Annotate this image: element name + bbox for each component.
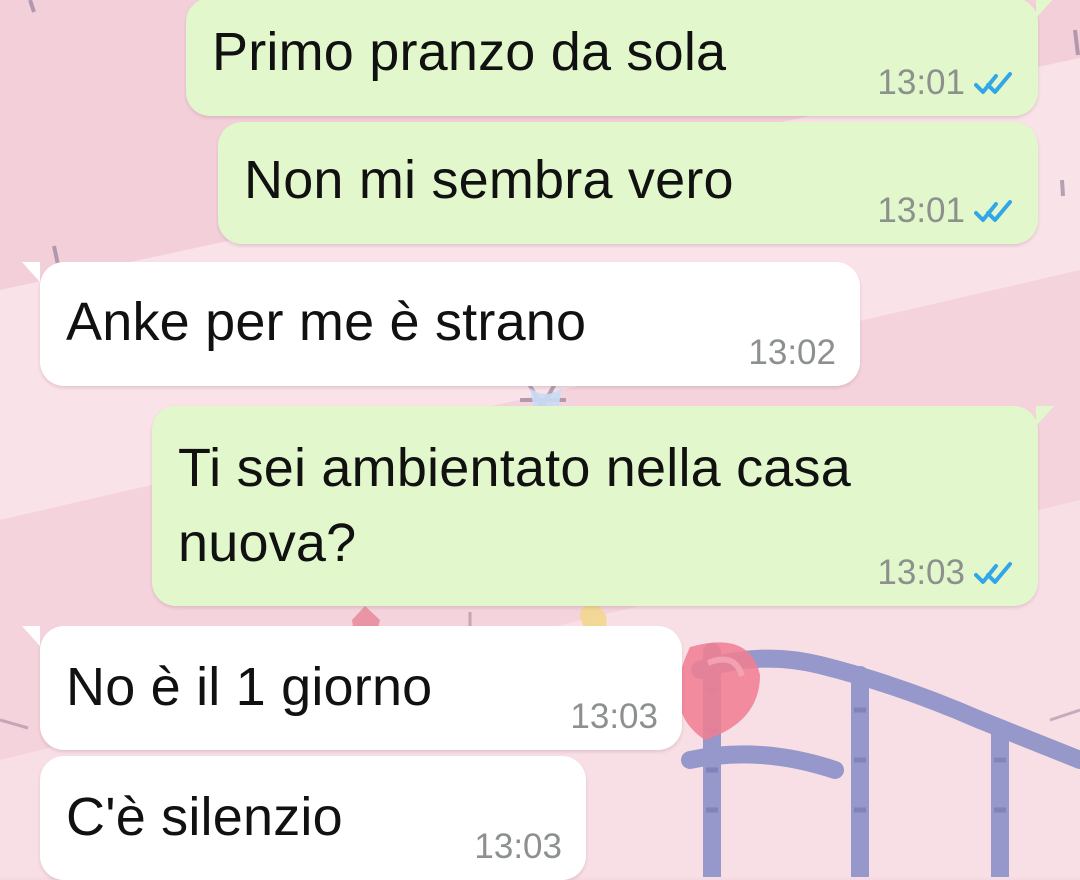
double-check-icon [974, 199, 1012, 222]
incoming-message[interactable]: C'è silenzio 13:03 [40, 756, 586, 880]
bubble-tail [1036, 0, 1054, 18]
message-text-line-2: nuova? [178, 513, 357, 573]
incoming-message[interactable]: Anke per me è strano 13:02 [22, 262, 860, 386]
message-meta: 13:01 [877, 193, 1014, 228]
incoming-message[interactable]: No è il 1 giorno 13:03 [22, 626, 682, 750]
bubble-tail [1036, 406, 1054, 426]
message-time: 13:03 [474, 827, 562, 866]
message-text: Non mi sembra vero [244, 150, 734, 210]
message-time: 13:01 [877, 191, 965, 230]
message-text: Anke per me è strano [66, 292, 587, 352]
message-time: 13:03 [877, 553, 965, 592]
message-text-line-1: Ti sei ambientato nella casa [178, 438, 851, 498]
message-text: Primo pranzo da sola [212, 22, 727, 82]
message-text: C'è silenzio [66, 787, 343, 847]
double-check-icon [974, 71, 1012, 94]
chat-thread[interactable]: Primo pranzo da sola 13:01 Non mi sembra… [0, 0, 1080, 880]
message-meta: 13:03 [877, 555, 1014, 590]
message-time: 13:03 [570, 697, 658, 736]
message-meta: 13:03 [474, 829, 562, 864]
double-check-icon [974, 561, 1012, 584]
message-meta: 13:01 [877, 65, 1014, 100]
message-time: 13:01 [877, 63, 965, 102]
bubble-tail [22, 626, 40, 646]
outgoing-message[interactable]: Primo pranzo da sola 13:01 [186, 0, 1054, 116]
outgoing-message[interactable]: Ti sei ambientato nella casa nuova? 13:0… [152, 406, 1054, 606]
message-meta: 13:03 [570, 699, 658, 734]
message-text: No è il 1 giorno [66, 657, 433, 717]
message-time: 13:02 [748, 333, 836, 372]
bubble-tail [22, 262, 40, 282]
message-meta: 13:02 [748, 335, 836, 370]
outgoing-message[interactable]: Non mi sembra vero 13:01 [218, 122, 1038, 244]
